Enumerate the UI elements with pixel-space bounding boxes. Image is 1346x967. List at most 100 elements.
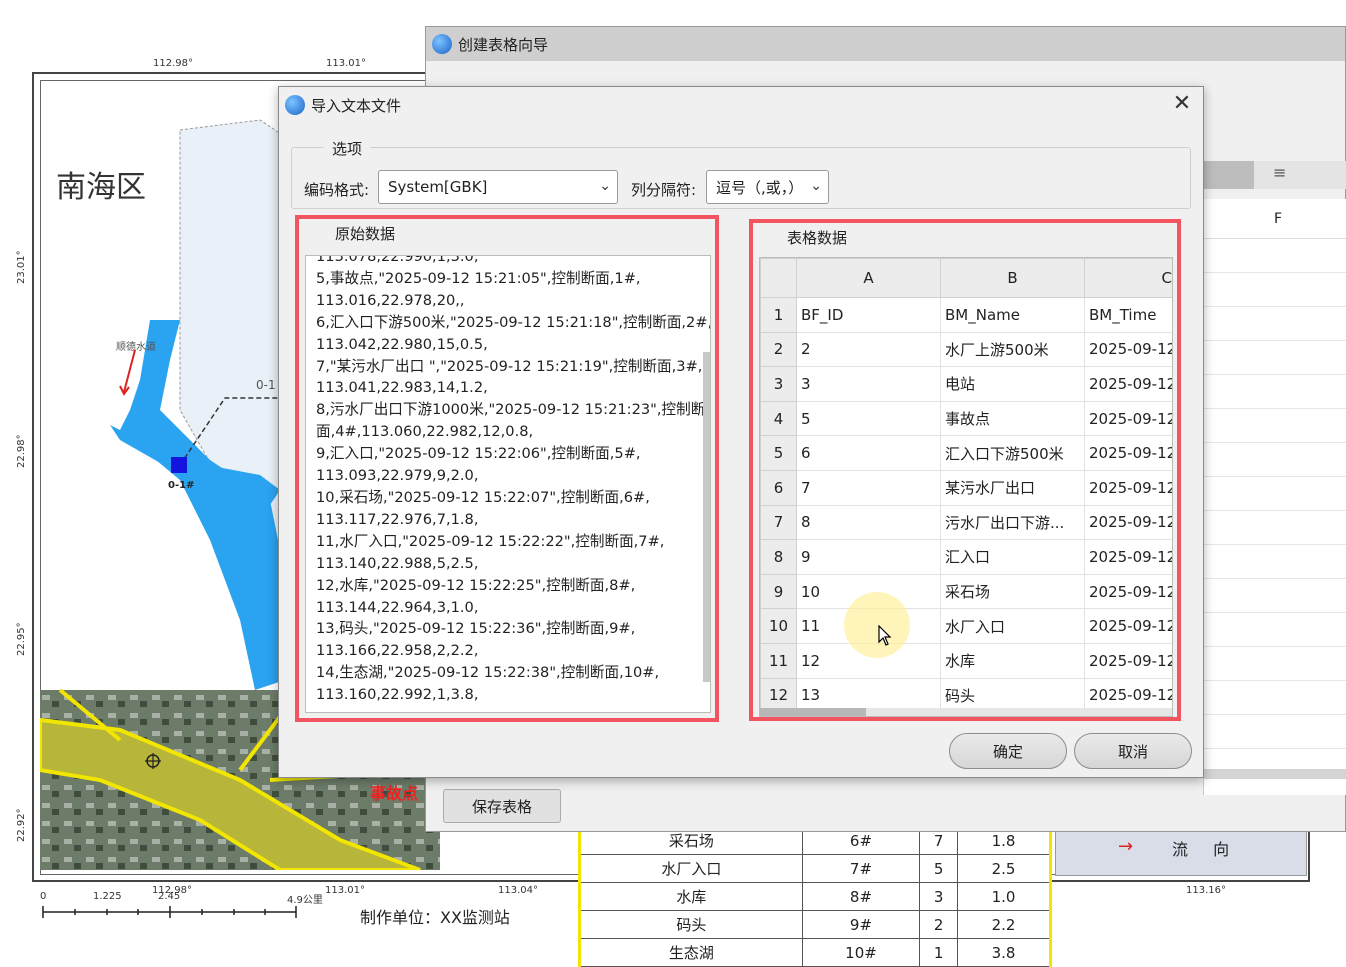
separator-label: 列分隔符: [631, 181, 697, 199]
table-cell: 2.5 [957, 854, 1051, 883]
table-cell[interactable]: 某污水厂出口 [940, 469, 1085, 506]
raw-data-scrollbar[interactable] [703, 352, 710, 682]
separator-value: 逗号（,或，） [716, 178, 804, 197]
table-row: 生态湖 10# 1 3.8 [579, 938, 1051, 967]
table-row[interactable]: 9 10 采石场 2025-09-12 [760, 573, 1172, 610]
table-cell[interactable]: 汇入口下游500米 [940, 435, 1085, 471]
column-header-f[interactable]: F [1204, 199, 1346, 239]
table-row[interactable]: 3 3 电站 2025-09-12 [760, 366, 1172, 402]
raw-data-line: 113.016,22.978,20,, [316, 291, 465, 309]
row-number[interactable]: 4 [760, 400, 797, 437]
table-cell[interactable]: 2025-09-12 [1084, 331, 1172, 368]
table-cell: 码头 [579, 910, 803, 939]
app-logo-icon [432, 34, 452, 54]
table-cell[interactable]: 2025-09-12 [1084, 573, 1172, 610]
table-cell[interactable]: 3 [796, 366, 941, 402]
table-cell[interactable]: 2025-09-12 [1084, 400, 1172, 437]
table-cell[interactable]: 水厂入口 [940, 608, 1085, 644]
wizard-titlebar[interactable]: 创建表格向导 [426, 27, 1345, 61]
wizard-grid[interactable]: F [1203, 199, 1346, 795]
cancel-button[interactable]: 取消 [1074, 733, 1192, 769]
table-data-grid[interactable]: A B C 1 BF_ID BM_Name BM_Time 2 2 水厂上游500米 2025… [759, 257, 1173, 717]
row-number[interactable]: 2 [760, 331, 797, 368]
close-icon[interactable]: ✕ [1169, 91, 1195, 117]
table-cell[interactable]: 2025-09-12 [1084, 608, 1172, 644]
raw-data-line: 113.117,22.976,7,1.8, [316, 510, 479, 528]
encoding-value: System[GBK] [388, 178, 488, 196]
options-group: 选项 编码格式: System[GBK] ⌄ 列分隔符: 逗号（,或，） ⌄ [291, 138, 1191, 209]
table-row[interactable]: 8 9 汇入口 2025-09-12 [760, 539, 1172, 575]
column-header-c[interactable]: C [1084, 258, 1172, 298]
row-number[interactable]: 1 [760, 297, 797, 333]
table-cell[interactable]: 污水厂出口下游... [940, 504, 1085, 541]
row-number[interactable]: 3 [760, 366, 797, 402]
table-cell[interactable]: 水厂上游500米 [940, 331, 1085, 368]
table-cell[interactable]: BM_Name [940, 297, 1085, 333]
table-row[interactable]: 11 12 水库 2025-09-12 [760, 642, 1172, 679]
marker-label: 0-1# [168, 480, 195, 491]
table-cell[interactable]: 2025-09-12 [1084, 366, 1172, 402]
grid-hscrollbar[interactable] [760, 708, 1172, 716]
table-data-legend: 表格数据 [781, 227, 854, 248]
table-row[interactable]: 7 8 污水厂出口下游... 2025-09-12 [760, 504, 1172, 541]
table-cell[interactable]: 8 [796, 504, 941, 541]
align-center-button[interactable] [1204, 161, 1254, 189]
table-row[interactable]: 10 11 水厂入口 2025-09-12 [760, 608, 1172, 644]
table-cell[interactable]: 采石场 [940, 573, 1085, 610]
row-number[interactable]: 6 [760, 469, 797, 506]
mouse-cursor-icon [878, 625, 892, 646]
table-cell[interactable]: BM_Time [1084, 297, 1172, 333]
table-cell[interactable]: 5 [796, 400, 941, 437]
scale-bar [42, 906, 297, 918]
table-cell[interactable]: 7 [796, 469, 941, 506]
table-cell[interactable]: 2025-09-12 [1084, 469, 1172, 506]
table-cell[interactable]: 2025-09-12 [1084, 504, 1172, 541]
waterway-label: 顺德水道 [116, 342, 156, 353]
row-number[interactable]: 10 [760, 608, 797, 644]
separator-select[interactable]: 逗号（,或，） ⌄ [706, 170, 829, 204]
row-number[interactable]: 8 [760, 539, 797, 575]
scale-label-2: 2.45 [158, 891, 181, 902]
align-icon[interactable]: ≡ [1273, 163, 1286, 182]
scale-label-0: 0 [40, 891, 47, 902]
column-header-a[interactable]: A [796, 258, 941, 298]
table-cell[interactable]: BF_ID [796, 297, 941, 333]
coord-top-1: 112.98° [153, 58, 193, 69]
ok-button[interactable]: 确定 [949, 733, 1067, 769]
table-cell: 8# [801, 882, 921, 911]
row-number[interactable]: 9 [760, 573, 797, 610]
column-header-b[interactable]: B [940, 258, 1085, 298]
table-cell[interactable]: 水库 [940, 642, 1085, 679]
row-number[interactable]: 7 [760, 504, 797, 541]
row-number[interactable]: 11 [760, 642, 797, 679]
table-cell[interactable]: 9 [796, 539, 941, 575]
table-cell[interactable]: 电站 [940, 366, 1085, 402]
table-cell[interactable]: 6 [796, 435, 941, 471]
dialog-titlebar[interactable]: 导入文本文件 ✕ [279, 87, 1203, 123]
raw-data-group: 原始数据 113.078,22.990,1,3.0, 5,事故点,"2025-09… [295, 215, 719, 722]
app-logo-icon [285, 95, 305, 115]
table-cell[interactable]: 事故点 [940, 400, 1085, 437]
wizard-hscrollbar[interactable] [1203, 769, 1346, 779]
table-cell[interactable]: 2025-09-12 [1084, 642, 1172, 679]
raw-data-line: 6,汇入口下游500米,"2025-09-12 15:21:18",控制断面,2… [316, 313, 711, 331]
row-number[interactable]: 5 [760, 435, 797, 471]
table-row[interactable]: 2 2 水厂上游500米 2025-09-12 [760, 331, 1172, 368]
raw-data-textarea[interactable]: 113.078,22.990,1,3.0, 5,事故点,"2025-09-12 1… [305, 255, 711, 713]
scale-label-3: 4.9公里 [287, 895, 323, 906]
raw-data-line: 113.160,22.992,1,3.8, [316, 686, 479, 704]
table-row[interactable]: 5 6 汇入口下游500米 2025-09-12 [760, 435, 1172, 471]
table-cell[interactable]: 汇入口 [940, 539, 1085, 575]
table-cell: 7# [801, 854, 921, 883]
table-row[interactable]: 6 7 某污水厂出口 2025-09-12 [760, 469, 1172, 506]
import-text-dialog[interactable]: 导入文本文件 ✕ 选项 编码格式: System[GBK] ⌄ 列分隔符: 逗号… [278, 86, 1204, 778]
table-cell[interactable]: 2025-09-12 [1084, 539, 1172, 575]
chevron-down-icon: ⌄ [599, 178, 611, 194]
encoding-select[interactable]: System[GBK] ⌄ [378, 170, 618, 204]
table-row[interactable]: 4 5 事故点 2025-09-12 [760, 400, 1172, 437]
grid-corner[interactable] [760, 258, 797, 298]
table-cell[interactable]: 2 [796, 331, 941, 368]
table-cell[interactable]: 2025-09-12 [1084, 435, 1172, 471]
table-row[interactable]: 1 BF_ID BM_Name BM_Time [760, 297, 1172, 333]
save-table-button[interactable]: 保存表格 [443, 789, 561, 823]
